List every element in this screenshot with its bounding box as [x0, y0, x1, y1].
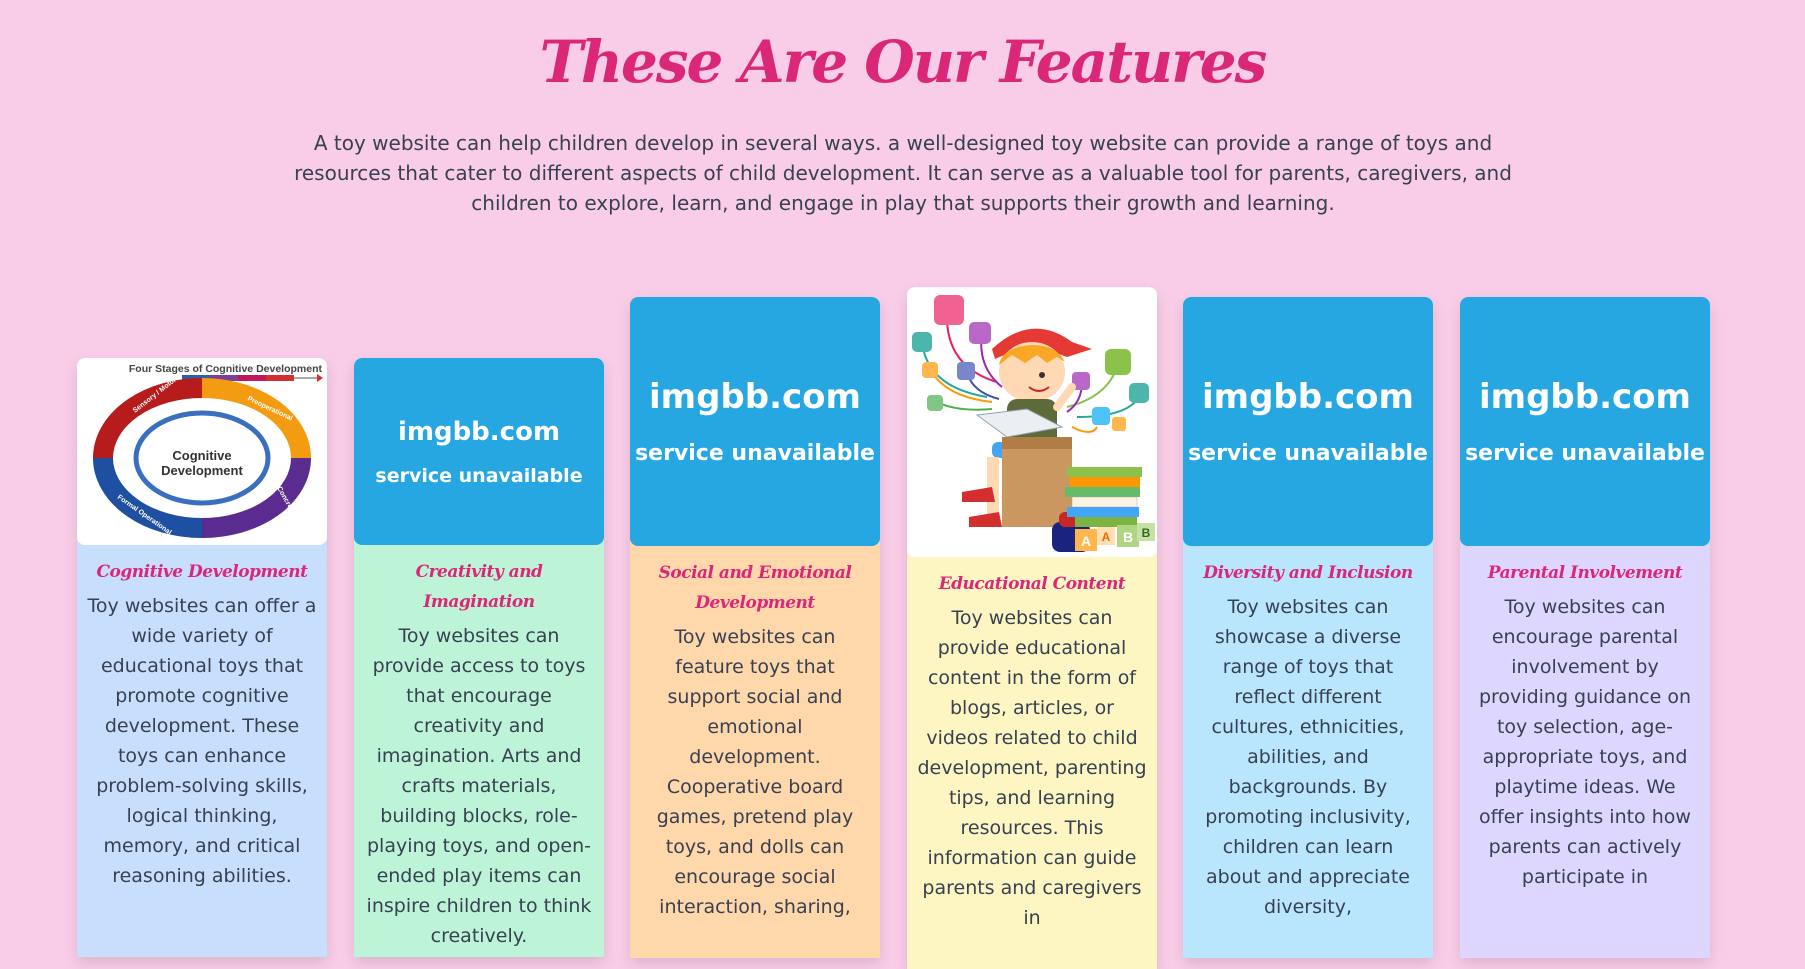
feature-card-cognitive: Four Stages of Cognitive Development Cog…	[77, 358, 327, 957]
placeholder-sub-text: service unavailable	[635, 441, 875, 466]
card-body: Social and Emotional Development Toy web…	[630, 546, 880, 958]
card-text: Toy websites can feature toys that suppo…	[656, 626, 854, 918]
card-body: Educational Content Toy websites can pro…	[907, 557, 1157, 969]
cognitive-cycle-diagram: Four Stages of Cognitive Development Cog…	[93, 363, 323, 545]
diagram-center-line2: Development	[161, 463, 243, 478]
card-title: Educational Content	[938, 574, 1126, 594]
block-letter: A	[1102, 530, 1111, 544]
block-letter: A	[1081, 533, 1091, 549]
section-title: These Are Our Features	[539, 28, 1268, 96]
card-title: Creativity and Imagination	[415, 562, 543, 612]
card-body: Diversity and Inclusion Toy websites can…	[1183, 546, 1433, 958]
diagram-caption: Four Stages of Cognitive Development	[129, 363, 323, 375]
feature-card-parental: imgbb.com service unavailable Parental I…	[1460, 297, 1710, 958]
feature-card-educational: A A B B Educational Content Toy websites…	[907, 287, 1157, 969]
card-text: Toy websites can provide educational con…	[917, 607, 1147, 929]
card-body: Creativity and Imagination Toy websites …	[354, 545, 604, 957]
placeholder-main-text: imgbb.com	[1479, 377, 1691, 417]
placeholder-sub-text: service unavailable	[1465, 441, 1705, 466]
card-title: Cognitive Development	[96, 562, 308, 582]
placeholder-main-text: imgbb.com	[649, 377, 861, 417]
image-unavailable-placeholder: imgbb.com service unavailable	[630, 297, 880, 546]
card-body: Parental Involvement Toy websites can en…	[1460, 546, 1710, 958]
placeholder-sub-text: service unavailable	[1188, 441, 1428, 466]
card-title: Parental Involvement	[1487, 563, 1683, 583]
feature-card-diversity: imgbb.com service unavailable Diversity …	[1183, 297, 1433, 958]
placeholder-main-text: imgbb.com	[1202, 377, 1414, 417]
block-letter: B	[1142, 526, 1151, 540]
block-letter: B	[1123, 529, 1133, 545]
card-text: Toy websites can encourage parental invo…	[1478, 596, 1692, 888]
image-unavailable-placeholder: imgbb.com service unavailable	[1460, 297, 1710, 546]
card-text: Toy websites can showcase a diverse rang…	[1205, 596, 1411, 918]
boy-reading-icon: A A B B	[912, 295, 1155, 552]
image-unavailable-placeholder: imgbb.com service unavailable	[1183, 297, 1433, 546]
card-title: Diversity and Inclusion	[1203, 563, 1413, 583]
placeholder-main-text: imgbb.com	[397, 416, 561, 447]
card-text: Toy websites can offer a wide variety of…	[87, 595, 317, 887]
diagram-center-line1: Cognitive	[172, 448, 231, 463]
card-text: Toy websites can provide access to toys …	[366, 625, 592, 947]
feature-card-creativity: imgbb.com service unavailable Creativity…	[354, 358, 604, 957]
section-intro: A toy website can help children develop …	[294, 131, 1512, 215]
image-unavailable-placeholder: imgbb.com service unavailable	[354, 358, 604, 545]
card-title: Social and Emotional Development	[658, 563, 852, 613]
cognitive-diagram-image: Four Stages of Cognitive Development Cog…	[77, 358, 327, 545]
boy-reading-illustration: A A B B	[907, 287, 1157, 557]
feature-card-social-emotional: imgbb.com service unavailable Social and…	[630, 297, 880, 958]
placeholder-sub-text: service unavailable	[375, 464, 583, 487]
card-body: Cognitive Development Toy websites can o…	[77, 545, 327, 957]
